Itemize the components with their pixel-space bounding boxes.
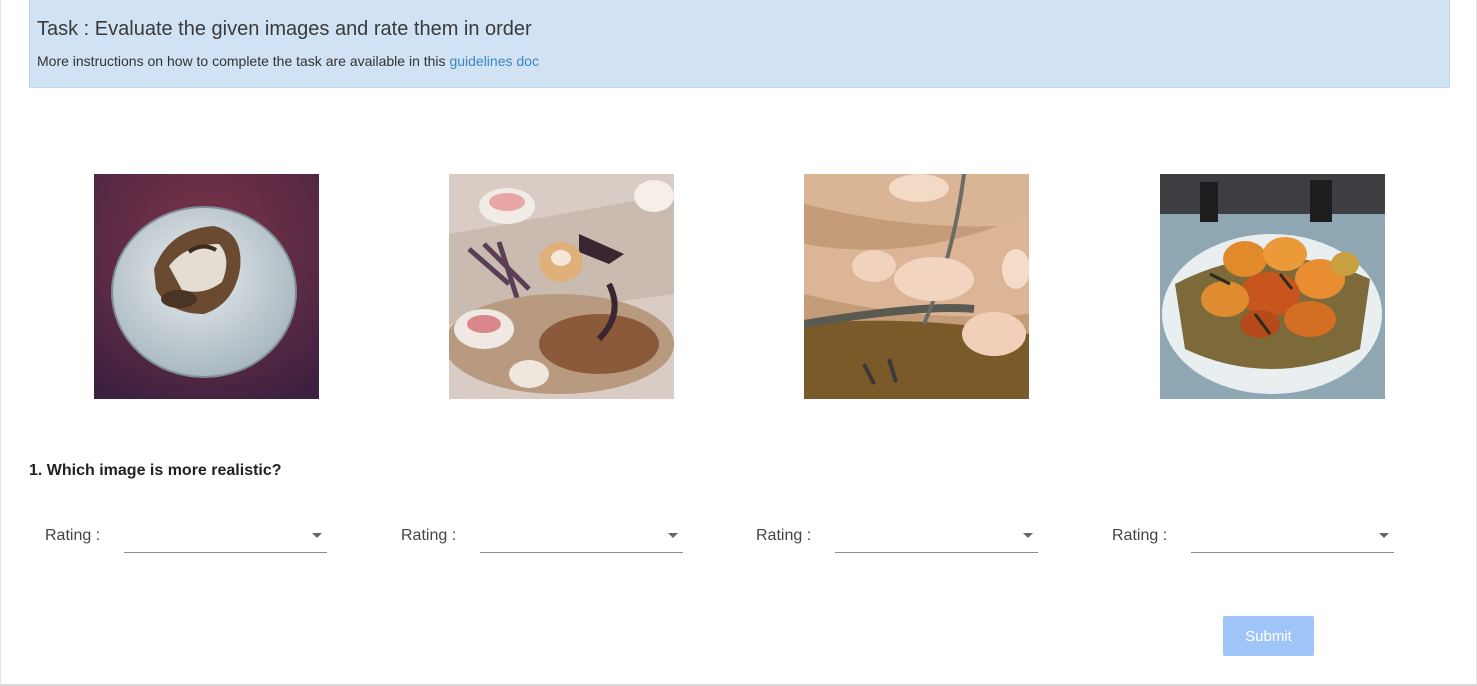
rating-select-4[interactable] bbox=[1191, 520, 1394, 553]
submit-button[interactable]: Submit bbox=[1223, 616, 1314, 656]
food-image-2 bbox=[449, 174, 674, 399]
question-realism: 1. Which image is more realistic? bbox=[29, 462, 282, 479]
rating-group-3: Rating : bbox=[756, 520, 1056, 554]
candidate-image-2 bbox=[449, 174, 674, 399]
chevron-down-icon bbox=[312, 533, 322, 538]
rating-select-2[interactable] bbox=[480, 520, 683, 553]
candidate-image-4 bbox=[1160, 174, 1385, 399]
rating-select-1[interactable] bbox=[124, 520, 327, 553]
rating-label: Rating : bbox=[1112, 527, 1168, 544]
instructions-text: More instructions on how to complete the… bbox=[37, 53, 446, 69]
rating-group-1: Rating : bbox=[45, 520, 345, 554]
food-image-3 bbox=[804, 174, 1029, 399]
food-image-1 bbox=[94, 174, 319, 399]
task-page: Task : Evaluate the given images and rat… bbox=[0, 0, 1477, 686]
rating-group-4: Rating : bbox=[1112, 520, 1412, 554]
candidate-image-1 bbox=[94, 174, 319, 399]
chevron-down-icon bbox=[1379, 533, 1389, 538]
rating-select-3[interactable] bbox=[835, 520, 1038, 553]
task-title: Task : Evaluate the given images and rat… bbox=[37, 18, 532, 40]
candidate-image-3 bbox=[804, 174, 1029, 399]
rating-label: Rating : bbox=[45, 527, 101, 544]
food-image-4 bbox=[1160, 174, 1385, 399]
rating-label: Rating : bbox=[401, 527, 457, 544]
rating-label: Rating : bbox=[756, 527, 812, 544]
guidelines-link[interactable]: guidelines doc bbox=[449, 53, 539, 69]
chevron-down-icon bbox=[1023, 533, 1033, 538]
task-banner: Task : Evaluate the given images and rat… bbox=[29, 0, 1450, 88]
rating-group-2: Rating : bbox=[401, 520, 701, 554]
task-instructions: More instructions on how to complete the… bbox=[37, 53, 539, 69]
chevron-down-icon bbox=[668, 533, 678, 538]
